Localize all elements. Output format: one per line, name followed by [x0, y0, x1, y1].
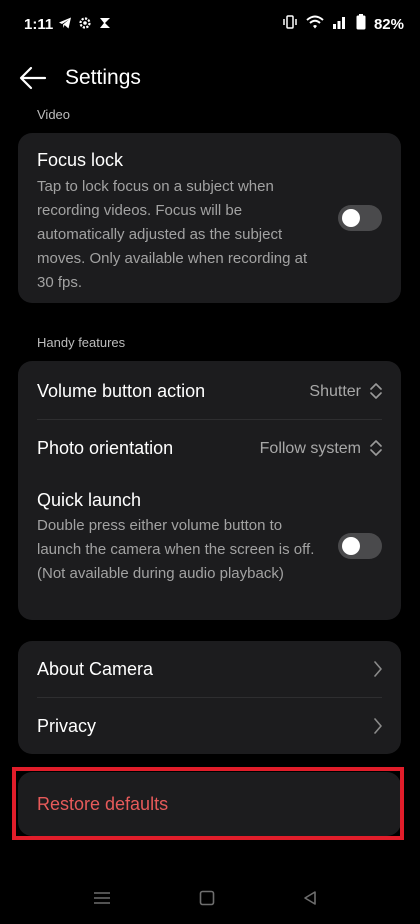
photo-orientation-value: Follow system	[259, 440, 361, 457]
up-down-chevron-icon	[369, 438, 383, 463]
chevron-right-icon	[373, 717, 383, 740]
battery-icon	[356, 14, 366, 35]
signal-icon	[332, 14, 348, 35]
chevron-right-icon	[373, 660, 383, 683]
recent-apps-icon[interactable]	[93, 890, 111, 911]
telegram-icon	[58, 16, 72, 30]
section-label-video: Video	[37, 107, 71, 122]
page-title: Settings	[65, 66, 141, 89]
status-time: 1:11	[24, 16, 54, 33]
focus-lock-title: Focus lock	[37, 150, 124, 170]
up-down-chevron-icon	[369, 381, 383, 406]
system-navigation-bar	[0, 880, 420, 924]
privacy-row[interactable]: Privacy	[18, 698, 401, 754]
back-nav-icon[interactable]	[302, 890, 318, 911]
status-system-icons: 82%	[282, 14, 404, 35]
privacy-title: Privacy	[37, 716, 97, 736]
app-header: Settings	[0, 58, 420, 98]
toggle-knob	[342, 537, 360, 555]
handy-features-card: Volume button action Shutter Photo orien…	[18, 361, 401, 620]
status-bar: 1:11 82%	[0, 0, 420, 52]
section-label-handy-features: Handy features	[37, 335, 126, 350]
about-camera-row[interactable]: About Camera	[18, 641, 401, 697]
about-privacy-card: About Camera Privacy	[18, 641, 401, 754]
focus-lock-row[interactable]: Focus lock Tap to lock focus on a subjec…	[18, 133, 401, 303]
volume-button-action-row[interactable]: Volume button action Shutter	[18, 361, 401, 419]
vibrate-icon	[282, 14, 298, 35]
focus-lock-toggle[interactable]	[338, 205, 382, 231]
back-button[interactable]	[18, 64, 48, 92]
wifi-icon	[306, 14, 324, 35]
toggle-knob	[342, 209, 360, 227]
back-arrow-icon	[18, 66, 48, 96]
status-notification-icons	[58, 16, 112, 30]
focus-lock-description: Tap to lock focus on a subject when reco…	[37, 178, 308, 291]
app-notification-icon	[98, 16, 112, 30]
about-camera-title: About Camera	[37, 659, 154, 679]
video-settings-card: Focus lock Tap to lock focus on a subjec…	[18, 133, 401, 303]
quick-launch-title: Quick launch	[37, 490, 142, 510]
photo-orientation-row[interactable]: Photo orientation Follow system	[18, 420, 401, 476]
quick-launch-description: Double press either volume button to lau…	[37, 517, 315, 582]
battery-percent: 82%	[373, 16, 404, 33]
volume-button-action-value: Shutter	[309, 383, 361, 400]
volume-button-action-title: Volume button action	[37, 381, 206, 401]
photo-orientation-title: Photo orientation	[37, 438, 174, 458]
gear-icon	[78, 16, 92, 30]
quick-launch-toggle[interactable]	[338, 533, 382, 559]
restore-defaults-button[interactable]: Restore defaults	[37, 794, 168, 815]
quick-launch-row[interactable]: Quick launch Double press either volume …	[18, 476, 401, 620]
home-icon[interactable]	[199, 890, 215, 911]
